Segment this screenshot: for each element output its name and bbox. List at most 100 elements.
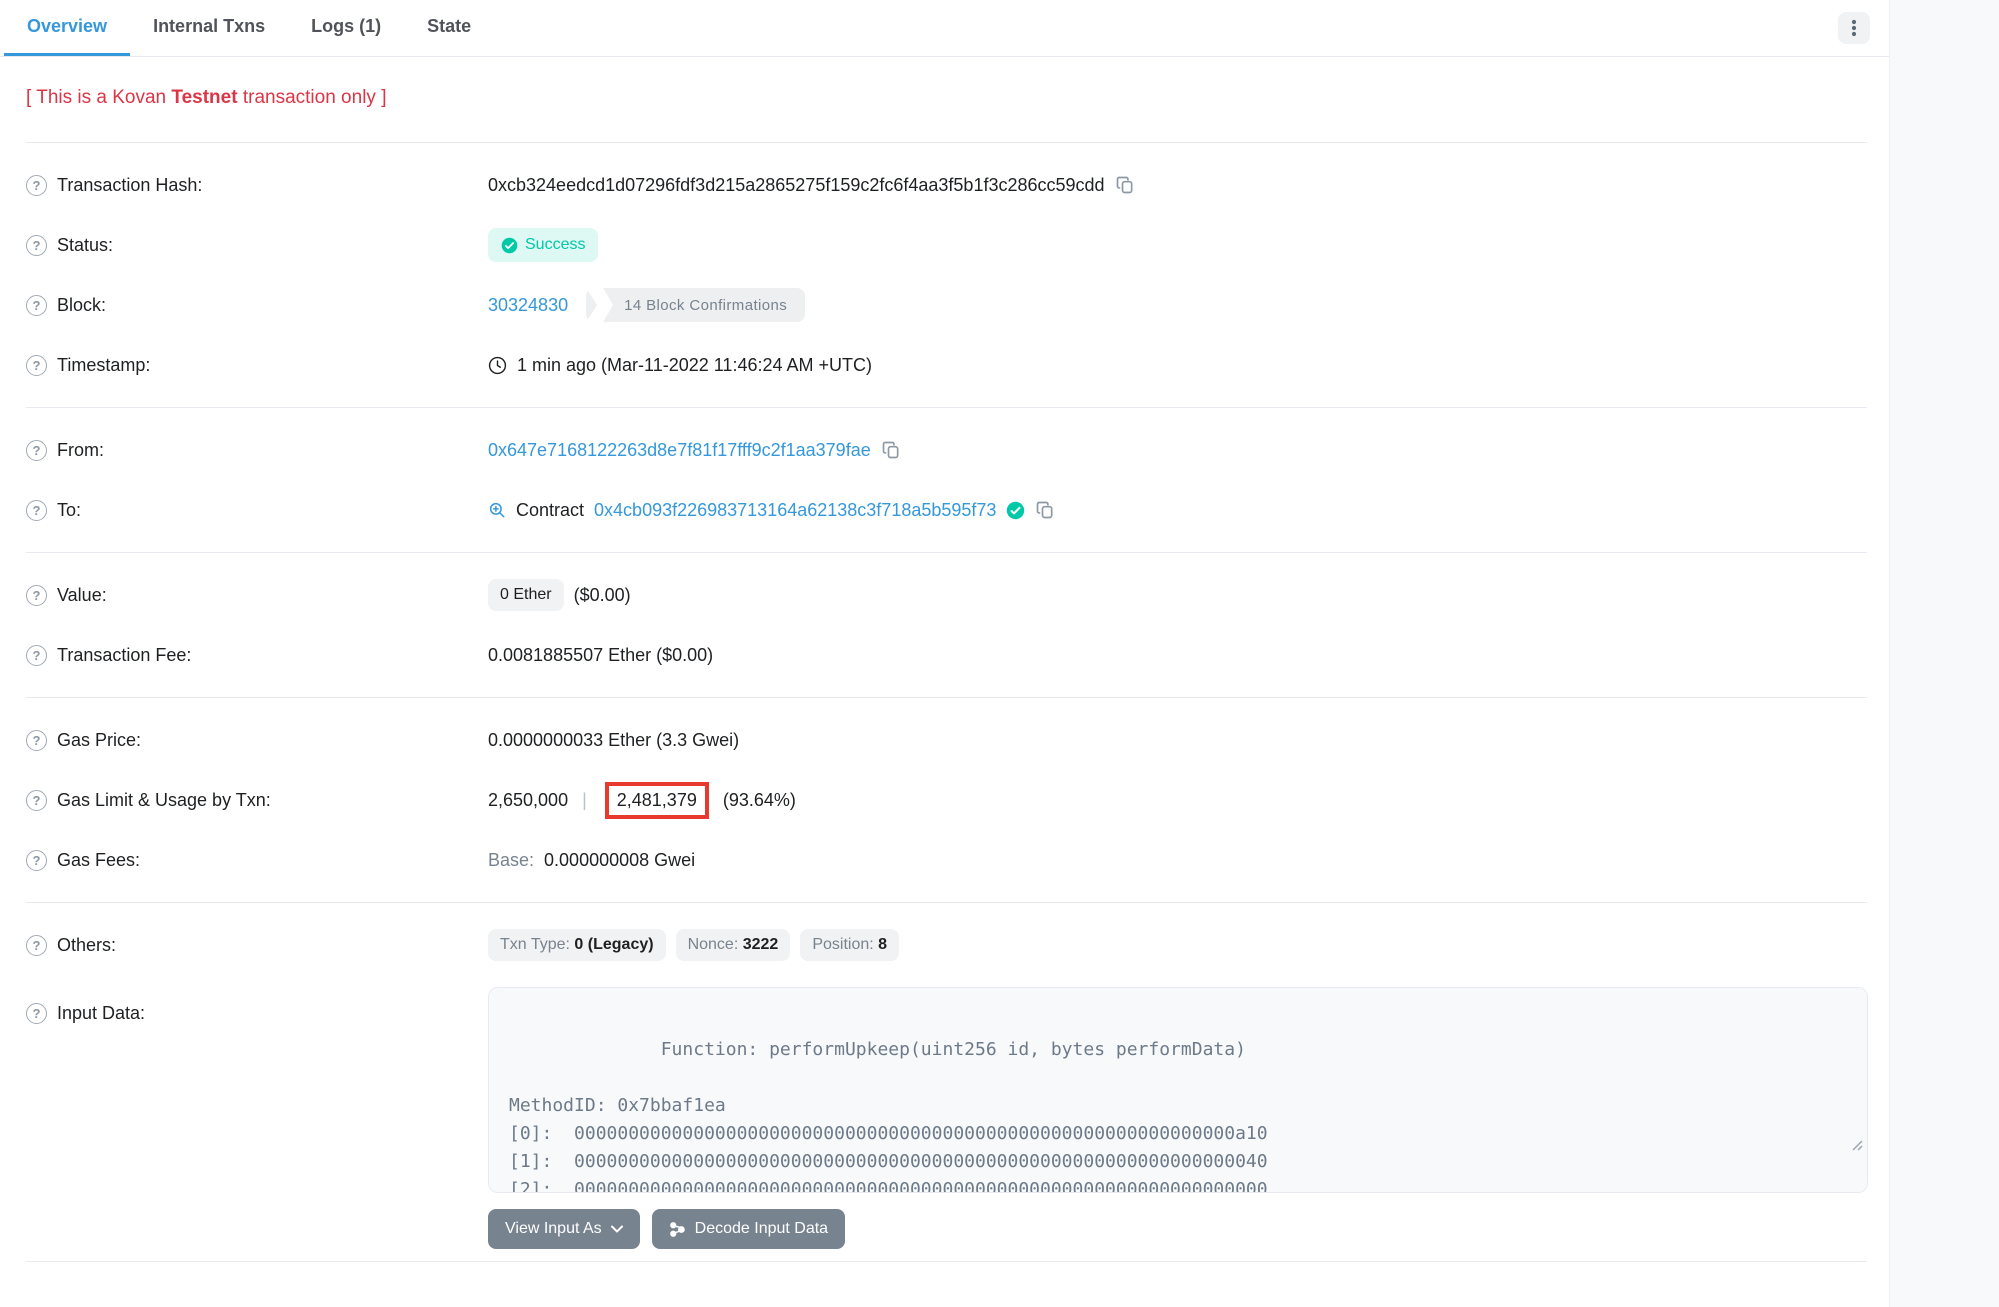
magnifier-plus-icon[interactable] — [488, 501, 506, 519]
timestamp-label: Timestamp: — [57, 355, 150, 376]
txn-type-value: 0 (Legacy) — [574, 936, 653, 953]
notice-suffix: transaction only ] — [238, 87, 387, 108]
value-usd: ($0.00) — [574, 585, 631, 606]
from-label: From: — [57, 440, 104, 461]
help-icon[interactable]: ? — [26, 235, 47, 256]
row-gas-price: ? Gas Price: 0.0000000033 Ether (3.3 Gwe… — [26, 710, 1867, 770]
tab-logs[interactable]: Logs (1) — [288, 0, 404, 56]
decode-icon — [669, 1221, 686, 1238]
help-icon[interactable]: ? — [26, 730, 47, 751]
from-address-link[interactable]: 0x647e7168122263d8e7f81f17fff9c2f1aa379f… — [488, 440, 871, 461]
gas-used-annotation-box: 2,481,379 — [605, 782, 709, 819]
help-icon[interactable]: ? — [26, 500, 47, 521]
section-value-fee: ? Value: 0 Ether ($0.00) ? Transaction F… — [26, 553, 1867, 698]
txn-type-badge: Txn Type: 0 (Legacy) — [488, 929, 666, 961]
row-input-data: ? Input Data: Function: performUpkeep(ui… — [26, 975, 1867, 1249]
row-to: ? To: Contract 0x4cb093f226983713164a621… — [26, 480, 1867, 540]
tab-overview[interactable]: Overview — [4, 0, 130, 56]
gas-used-percent: (93.64%) — [723, 790, 796, 811]
row-status: ? Status: Success — [26, 215, 1867, 275]
input-data-content: Function: performUpkeep(uint256 id, byte… — [509, 1039, 1268, 1193]
position-label: Position: — [812, 936, 873, 953]
row-block: ? Block: 30324830 14 Block Confirmations — [26, 275, 1867, 335]
gas-price-label: Gas Price: — [57, 730, 141, 751]
position-badge: Position: 8 — [800, 929, 899, 961]
row-from: ? From: 0x647e7168122263d8e7f81f17fff9c2… — [26, 420, 1867, 480]
copy-icon — [881, 440, 901, 460]
block-label: Block: — [57, 295, 106, 316]
gas-fees-base-value: 0.000000008 Gwei — [544, 850, 695, 871]
help-icon[interactable]: ? — [26, 440, 47, 461]
gas-price-value: 0.0000000033 Ether (3.3 Gwei) — [488, 730, 739, 751]
transaction-hash-label: Transaction Hash: — [57, 175, 202, 196]
notice-prefix: [ This is a Kovan — [26, 87, 171, 108]
gas-used-value: 2,481,379 — [617, 790, 697, 810]
help-icon[interactable]: ? — [26, 585, 47, 606]
input-data-label: Input Data: — [57, 1003, 145, 1024]
help-icon[interactable]: ? — [26, 790, 47, 811]
help-icon[interactable]: ? — [26, 355, 47, 376]
status-label: Status: — [57, 235, 113, 256]
clock-icon — [488, 356, 507, 375]
section-gas: ? Gas Price: 0.0000000033 Ether (3.3 Gwe… — [26, 698, 1867, 903]
view-input-as-button[interactable]: View Input As — [488, 1209, 640, 1249]
copy-from-button[interactable] — [881, 440, 901, 460]
nonce-label: Nonce: — [688, 936, 739, 953]
view-input-as-label: View Input As — [505, 1220, 602, 1238]
help-icon[interactable]: ? — [26, 1003, 47, 1024]
row-gas-fees: ? Gas Fees: Base: 0.000000008 Gwei — [26, 830, 1867, 890]
page-background — [1890, 0, 1999, 1307]
notice-section: [ This is a Kovan Testnet transaction on… — [26, 57, 1867, 143]
to-label: To: — [57, 500, 81, 521]
help-icon[interactable]: ? — [26, 935, 47, 956]
row-transaction-hash: ? Transaction Hash: 0xcb324eedcd1d07296f… — [26, 155, 1867, 215]
more-options-button[interactable] — [1838, 12, 1870, 44]
chevron-down-icon — [611, 1225, 623, 1233]
resize-grip-icon[interactable] — [1676, 1104, 1863, 1188]
status-badge: Success — [488, 228, 598, 262]
help-icon[interactable]: ? — [26, 645, 47, 666]
section-overview-top: ? Transaction Hash: 0xcb324eedcd1d07296f… — [26, 143, 1867, 408]
verified-check-icon — [1006, 501, 1025, 520]
copy-to-button[interactable] — [1035, 500, 1055, 520]
copy-icon — [1035, 500, 1055, 520]
nonce-badge: Nonce: 3222 — [676, 929, 791, 961]
gas-separator: | — [582, 790, 587, 811]
row-gas-limit-usage: ? Gas Limit & Usage by Txn: 2,650,000 | … — [26, 770, 1867, 830]
section-others-input: ? Others: Txn Type: 0 (Legacy) Nonce: 32… — [26, 903, 1867, 1262]
block-confirmations-text: 14 Block Confirmations — [586, 288, 805, 322]
help-icon[interactable]: ? — [26, 175, 47, 196]
input-data-textarea[interactable]: Function: performUpkeep(uint256 id, byte… — [488, 987, 1868, 1193]
gas-fees-label: Gas Fees: — [57, 850, 140, 871]
ether-value-badge: 0 Ether — [488, 579, 564, 611]
row-transaction-fee: ? Transaction Fee: 0.0081885507 Ether ($… — [26, 625, 1867, 685]
copy-icon — [1115, 175, 1135, 195]
row-others: ? Others: Txn Type: 0 (Legacy) Nonce: 32… — [26, 915, 1867, 975]
tab-bar: Overview Internal Txns Logs (1) State — [0, 0, 1889, 57]
gas-limit-usage-label: Gas Limit & Usage by Txn: — [57, 790, 271, 811]
kebab-icon — [1847, 19, 1861, 37]
txn-type-label: Txn Type: — [500, 936, 570, 953]
others-label: Others: — [57, 935, 116, 956]
nonce-value: 3222 — [743, 936, 779, 953]
copy-hash-button[interactable] — [1115, 175, 1135, 195]
check-circle-icon — [501, 237, 518, 254]
gas-fees-base-label: Base: — [488, 850, 534, 871]
transaction-hash-value: 0xcb324eedcd1d07296fdf3d215a2865275f159c… — [488, 175, 1105, 196]
notice-bold: Testnet — [171, 87, 237, 108]
block-number-link[interactable]: 30324830 — [488, 295, 568, 316]
status-value: Success — [525, 236, 585, 254]
decode-input-data-button[interactable]: Decode Input Data — [652, 1209, 845, 1249]
transaction-card: Overview Internal Txns Logs (1) State [ … — [0, 0, 1890, 1307]
to-contract-prefix: Contract — [516, 500, 584, 521]
help-icon[interactable]: ? — [26, 850, 47, 871]
to-address-link[interactable]: 0x4cb093f226983713164a62138c3f718a5b595f… — [594, 500, 996, 521]
help-icon[interactable]: ? — [26, 295, 47, 316]
position-value: 8 — [878, 936, 887, 953]
testnet-notice: [ This is a Kovan Testnet transaction on… — [26, 87, 1867, 109]
row-value: ? Value: 0 Ether ($0.00) — [26, 565, 1867, 625]
tab-internal-txns[interactable]: Internal Txns — [130, 0, 288, 56]
tab-state[interactable]: State — [404, 0, 494, 56]
value-label: Value: — [57, 585, 107, 606]
block-confirmations-badge: 14 Block Confirmations — [586, 288, 805, 322]
